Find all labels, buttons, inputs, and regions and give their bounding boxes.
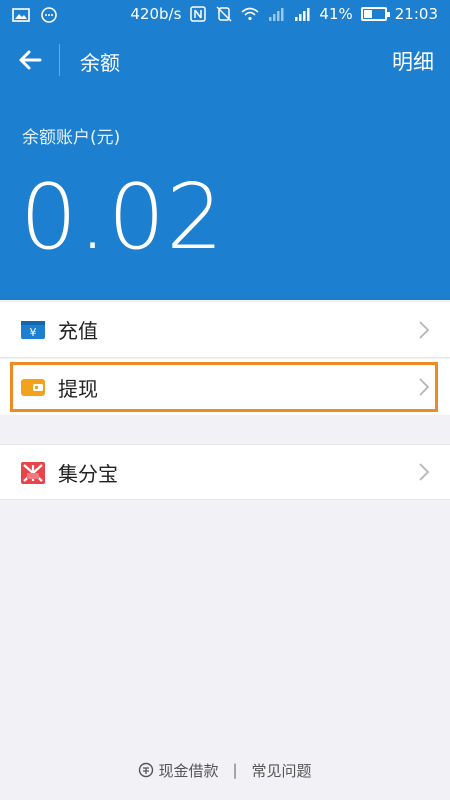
chevron-right-icon (418, 377, 430, 397)
mute-icon (215, 5, 233, 23)
menu-item-label: 集分宝 (58, 461, 118, 486)
arrow-left-icon (19, 50, 42, 70)
footer-separator: | (232, 761, 238, 779)
cash-loan-link[interactable]: 现金借款 (158, 760, 218, 781)
clock: 21:03 (394, 5, 438, 23)
status-bar: 420b/s 41% 21:03 (0, 0, 450, 30)
footer-links: 现金借款 | 常见问题 (0, 758, 450, 782)
balance-label: 余额账户(元) (22, 128, 121, 148)
faq-link[interactable]: 常见问题 (252, 760, 312, 781)
balance-amount: 0.02 (20, 165, 225, 270)
svg-text:¥: ¥ (30, 326, 37, 339)
menu-item-recharge[interactable]: ¥ 充值 (0, 302, 450, 358)
wallet-icon (20, 376, 46, 398)
menu-item-jifenbao[interactable]: 集分宝 (0, 444, 450, 500)
signal-icon (293, 5, 311, 23)
detail-button[interactable]: 明细 (392, 46, 434, 76)
jifenbao-icon (20, 461, 46, 484)
nfc-icon (189, 5, 207, 23)
battery-level (363, 10, 372, 18)
recharge-card-icon: ¥ (20, 319, 46, 341)
back-button[interactable] (14, 44, 46, 76)
signal-icon (267, 5, 285, 23)
battery-percent: 41% (319, 5, 353, 23)
chevron-right-icon (418, 320, 430, 340)
page-title: 余额 (80, 51, 120, 75)
gallery-icon (12, 6, 30, 24)
menu-item-label: 充值 (58, 319, 98, 343)
cash-loan-icon (138, 762, 154, 778)
network-speed: 420b/s (130, 5, 182, 23)
message-icon (40, 6, 58, 24)
chevron-right-icon (418, 462, 430, 482)
battery-icon (360, 7, 390, 21)
menu-item-withdraw[interactable]: 提现 (0, 359, 450, 415)
balance-header: 余额 明细 余额账户(元) 0.02 (0, 30, 450, 300)
wifi-icon (241, 5, 259, 23)
menu-item-label: 提现 (58, 376, 98, 401)
title-divider (59, 44, 60, 76)
top-bar: 余额 明细 (0, 30, 450, 90)
